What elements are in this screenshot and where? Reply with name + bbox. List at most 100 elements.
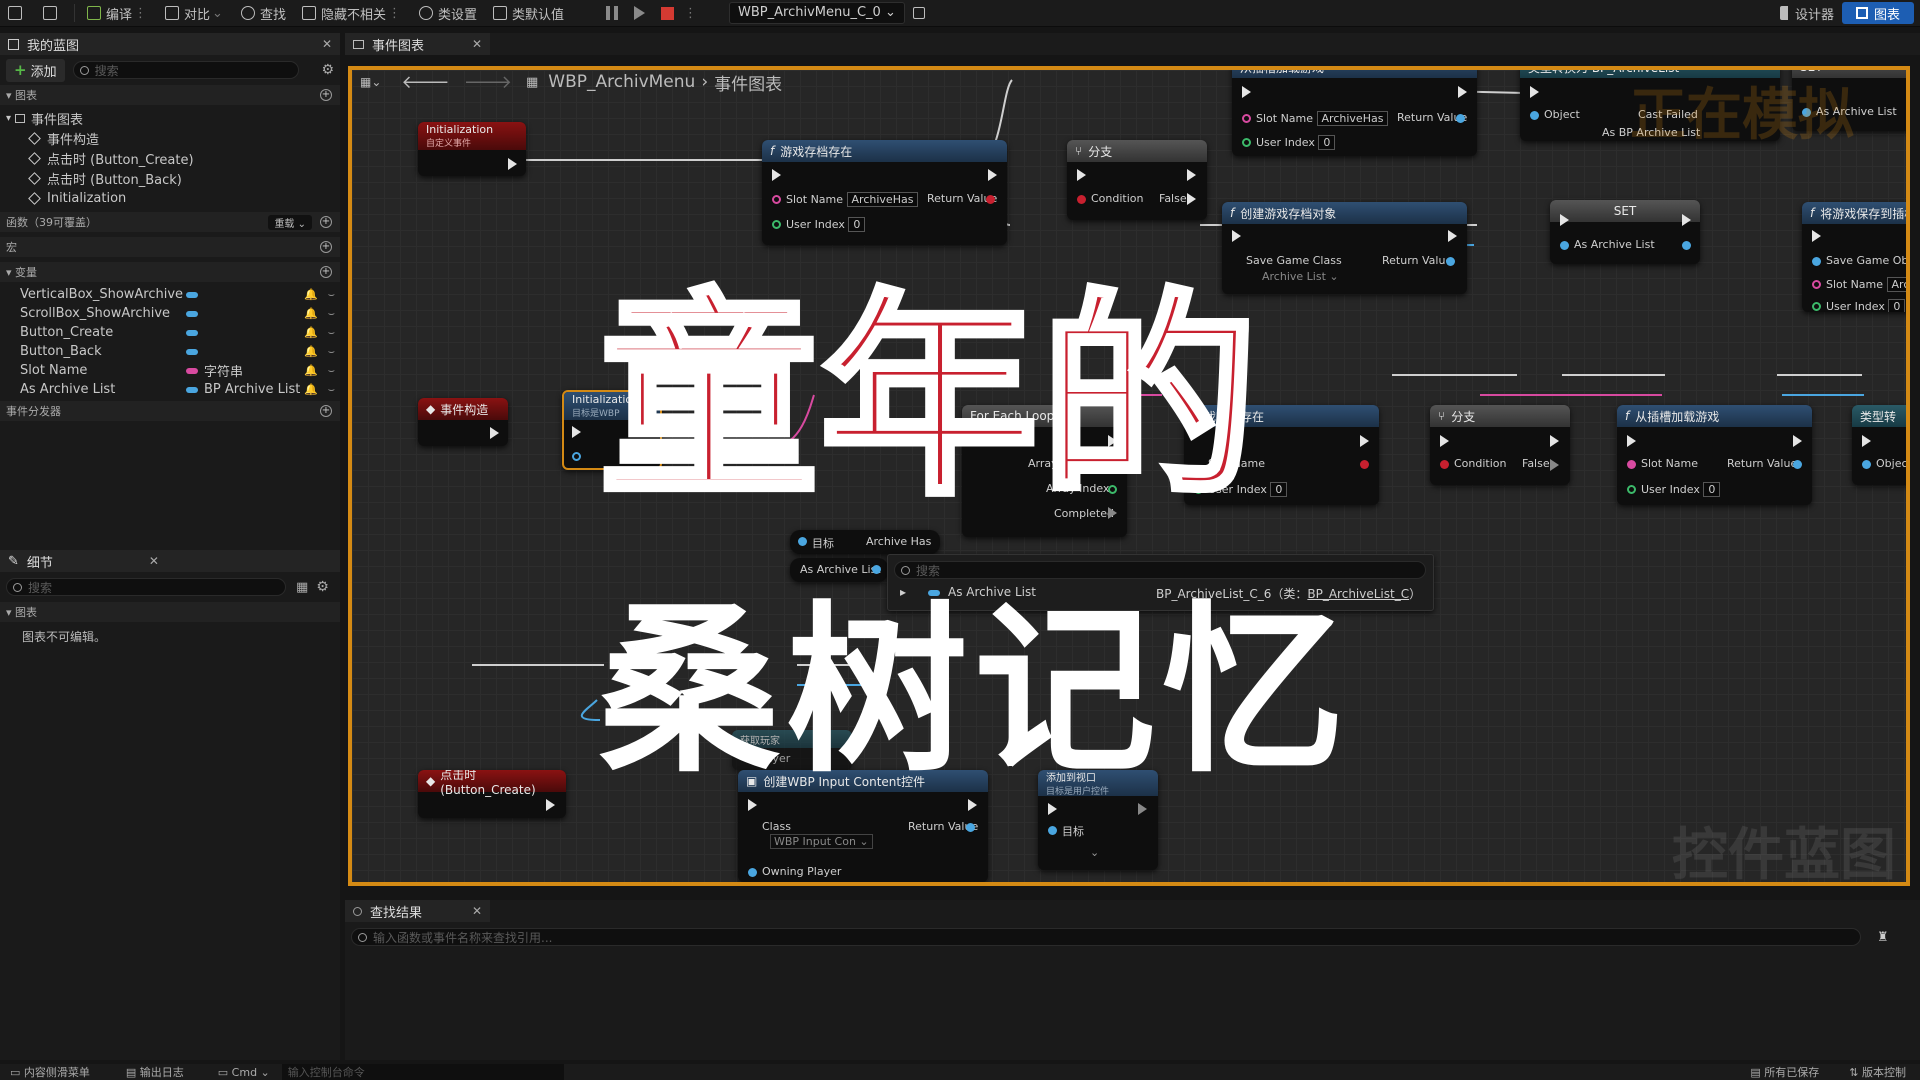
node-cast-mid[interactable]: 类型转 Object [1852, 405, 1906, 485]
node-set[interactable]: SET As Archive List [1550, 200, 1700, 264]
true-exec-pin[interactable] [1187, 169, 1196, 181]
tree-item-event[interactable]: 点击时 (Button_Back) [0, 168, 340, 188]
true-exec-pin[interactable] [1550, 435, 1559, 447]
dispatchers-section[interactable]: 事件分发器 + [0, 401, 340, 421]
exec-out-pin[interactable] [988, 169, 997, 181]
slot-name-pin[interactable] [772, 195, 781, 204]
variable-item[interactable]: ScrollBox_ShowArchive 🔔 ⌣ [0, 304, 340, 323]
node-get-archive-has[interactable]: 目标 Archive Has [790, 530, 940, 554]
variable-item[interactable]: As Archive List BP Archive List 🔔 ⌣ [0, 380, 340, 399]
add-macro-icon[interactable]: + [320, 241, 332, 253]
node-save-game-to-slot[interactable]: f 将游戏保存到插槽 Save Game Object Slot Name Arc… [1802, 202, 1906, 312]
visibility-icon[interactable]: ⌣ [328, 383, 335, 397]
picker-search[interactable]: 搜索 [894, 561, 1426, 579]
user-index-pin[interactable] [772, 220, 781, 229]
object-pin[interactable] [1530, 111, 1539, 120]
chevron-down-icon[interactable]: ⌄ [1090, 846, 1099, 859]
owning-player-pin[interactable] [748, 868, 757, 877]
exec-in-pin[interactable] [1530, 86, 1539, 98]
set-output-pin[interactable] [1682, 241, 1691, 250]
step-button[interactable] [626, 0, 653, 26]
details-tab[interactable]: ✎ 细节 ✕ [0, 550, 340, 572]
exec-out-pin[interactable] [1458, 86, 1467, 98]
user-index-input[interactable]: 0 [848, 217, 866, 232]
user-index-input[interactable]: 0 [1888, 299, 1906, 312]
user-index-input[interactable]: 0 [1270, 482, 1288, 497]
save-game-object-pin[interactable] [1812, 257, 1821, 266]
exec-in-pin[interactable] [1560, 214, 1569, 226]
close-icon[interactable]: ✕ [149, 554, 159, 568]
gear-icon[interactable]: ⚙ [316, 579, 329, 595]
compile-options-icon[interactable]: ⋮ [132, 6, 149, 21]
close-icon[interactable]: ✕ [472, 37, 482, 51]
slot-name-pin[interactable] [1242, 114, 1251, 123]
play-options-icon[interactable]: ⋮ [682, 6, 699, 21]
exec-in-pin[interactable] [1812, 230, 1821, 242]
replicate-icon[interactable]: 🔔 [304, 288, 318, 301]
exec-in-pin[interactable] [1627, 435, 1636, 447]
user-index-pin[interactable] [1242, 138, 1251, 147]
user-index-input[interactable]: 0 [1703, 482, 1721, 497]
variable-item[interactable]: Slot Name 字符串 🔔 ⌣ [0, 361, 340, 380]
grid-view-icon[interactable]: ▦ [296, 580, 308, 595]
exec-in-pin[interactable] [748, 799, 757, 811]
add-graph-icon[interactable]: + [320, 89, 332, 101]
return-value-pin[interactable] [1793, 460, 1802, 469]
target-pin[interactable] [1048, 826, 1057, 835]
visibility-icon[interactable]: ⌣ [328, 307, 335, 321]
compile-button[interactable]: 编译 ⋮ [79, 0, 157, 26]
hide-unrelated-button[interactable]: 隐藏不相关 ⋮ [294, 0, 411, 26]
tree-item-event[interactable]: 点击时 (Button_Create) [0, 148, 340, 168]
binoculars-icon[interactable]: ♜ [1877, 930, 1889, 945]
designer-mode-button[interactable]: 设计器 [1772, 0, 1842, 26]
find-button[interactable]: 查找 [233, 0, 294, 26]
tree-item-event[interactable]: 事件构造 [0, 128, 340, 148]
find-results-search[interactable]: 输入函数或事件名称来查找引用... [351, 928, 1861, 946]
add-dispatcher-icon[interactable]: + [320, 405, 332, 417]
save-button[interactable] [0, 0, 35, 26]
output-log-button[interactable]: ▤ 输出日志 [126, 1064, 184, 1080]
visibility-icon[interactable]: ⌣ [328, 288, 335, 302]
exec-in-pin[interactable] [1048, 803, 1057, 815]
back-arrow-icon[interactable]: 🡐 [401, 72, 449, 93]
my-blueprint-tab[interactable]: 我的蓝图 ✕ [0, 33, 340, 55]
visibility-icon[interactable]: ⌣ [328, 364, 335, 378]
node-as-archive-list-var[interactable]: As Archive List [790, 558, 888, 582]
return-value-pin[interactable] [1456, 114, 1465, 123]
console-input[interactable]: 输入控制台命令 [281, 1064, 564, 1080]
cmd-dropdown[interactable]: ▭ Cmd ⌄ [218, 1066, 270, 1079]
find-results-tab[interactable]: 查找结果 ✕ [345, 900, 490, 922]
exec-out-pin[interactable] [1360, 435, 1369, 447]
save-game-class-select[interactable]: Archive List ⌄ [1262, 270, 1339, 283]
slot-name-pin[interactable] [1812, 280, 1821, 289]
event-graph-tab[interactable]: 事件图表 ✕ [345, 33, 490, 55]
source-control-button[interactable]: ⇅ 版本控制 [1849, 1064, 1906, 1080]
add-function-icon[interactable]: + [320, 216, 332, 228]
variable-out-pin[interactable] [872, 565, 881, 574]
save-status[interactable]: ▤ 所有已保存 [1750, 1064, 1819, 1080]
user-index-pin[interactable] [1627, 485, 1636, 494]
exec-out-pin[interactable] [490, 427, 499, 439]
false-exec-pin[interactable] [1187, 193, 1196, 205]
replicate-icon[interactable]: 🔔 [304, 326, 318, 339]
variable-item[interactable]: Button_Back 🔔 ⌣ [0, 342, 340, 361]
override-dropdown[interactable]: 重载 ⌄ [268, 214, 312, 230]
node-on-clicked-create[interactable]: ◆ 点击时 (Button_Create) [418, 770, 566, 818]
forward-arrow-icon[interactable]: 🡒 [464, 72, 512, 93]
stop-button[interactable] [653, 0, 682, 26]
add-variable-icon[interactable]: + [320, 266, 332, 278]
replicate-icon[interactable]: 🔔 [304, 364, 318, 377]
class-select[interactable]: WBP Input Con ⌄ [770, 834, 873, 849]
exec-out-pin[interactable] [1793, 435, 1802, 447]
node-branch[interactable]: ⑂ 分支 Condition False [1067, 140, 1207, 220]
debug-object-select[interactable]: WBP_ArchivMenu_C_0 ⌄ [729, 2, 905, 24]
exec-in-pin[interactable] [1232, 230, 1241, 242]
close-icon[interactable]: ✕ [472, 904, 482, 918]
node-initialization-event[interactable]: Initialization 自定义事件 [418, 122, 526, 176]
return-value-pin[interactable] [1360, 460, 1369, 469]
details-search[interactable]: 搜索 [6, 578, 286, 596]
variable-item[interactable]: VerticalBox_ShowArchive 🔔 ⌣ [0, 285, 340, 304]
node-load-from-slot[interactable]: 从插槽加载游戏 Slot Name ArchiveHas User Index … [1232, 70, 1477, 156]
user-index-input[interactable]: 0 [1318, 135, 1336, 150]
exec-out-pin[interactable] [1138, 803, 1147, 815]
